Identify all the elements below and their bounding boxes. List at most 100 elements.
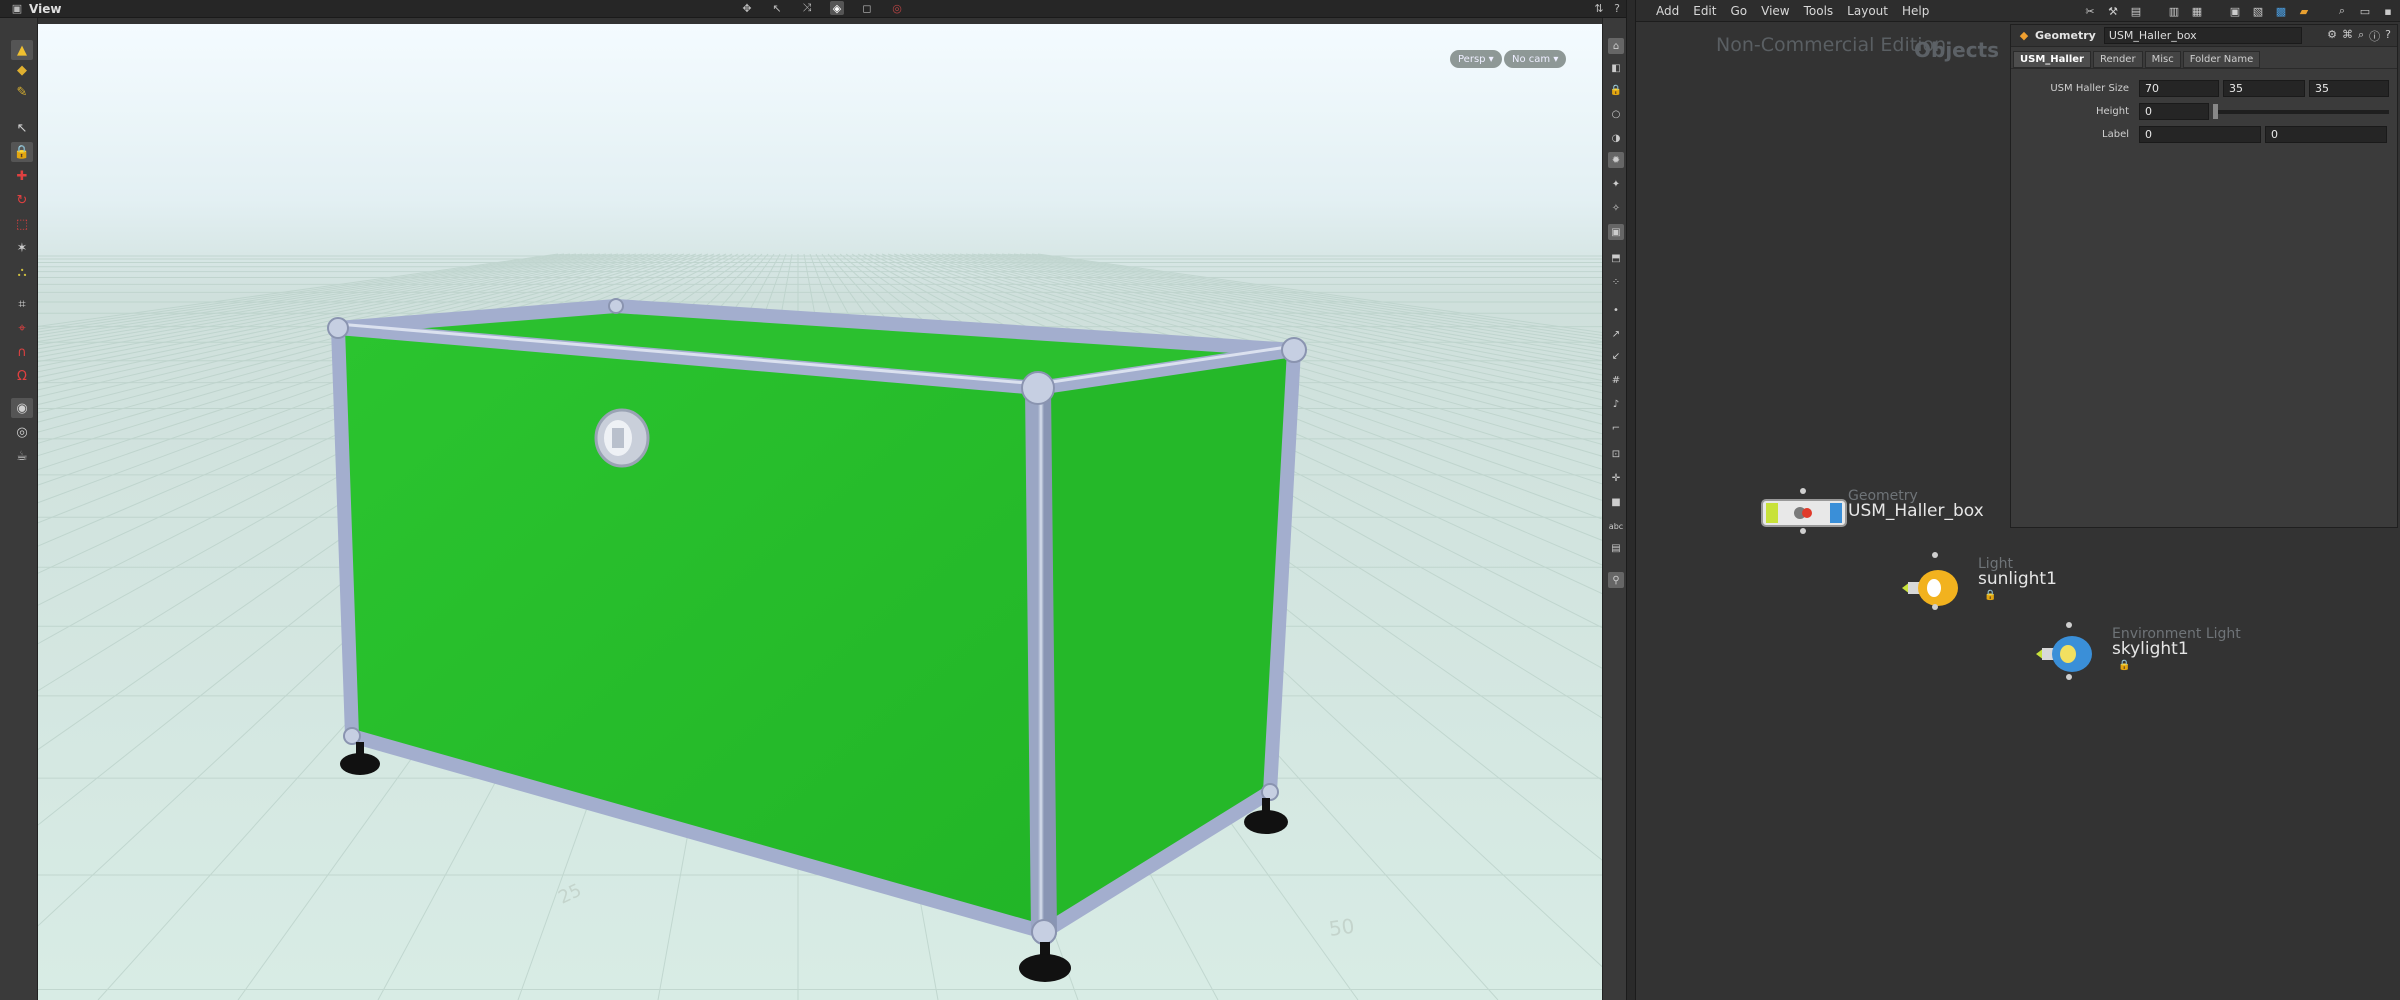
light-icon[interactable]: ✹ — [1608, 152, 1624, 168]
rotate-icon[interactable]: ↻ — [11, 190, 33, 210]
move-icon[interactable]: ✚ — [11, 166, 33, 186]
home-view-icon[interactable]: ⌂ — [1608, 38, 1624, 54]
wireframe-icon[interactable]: ◻ — [860, 1, 874, 15]
nocam-menu[interactable]: No cam ▾ — [1504, 50, 1567, 68]
pivot-icon[interactable]: ✛ — [1608, 470, 1624, 486]
node-name-label[interactable]: skylight1 — [2112, 639, 2189, 659]
audio-icon[interactable]: ♪ — [1608, 396, 1624, 412]
view-icon[interactable]: ◉ — [11, 398, 33, 418]
minimize-icon[interactable]: ▭ — [2357, 3, 2373, 19]
scale-icon[interactable]: ⬚ — [11, 214, 33, 234]
lock-camera-icon[interactable]: 🔒 — [1608, 82, 1624, 98]
node-output-connector[interactable] — [2066, 674, 2072, 680]
parm-edit-icon[interactable]: ⌘ — [2342, 28, 2353, 44]
help-icon[interactable]: ? — [1610, 1, 1624, 15]
tab-misc[interactable]: Misc — [2144, 51, 2181, 68]
label-field-1[interactable]: 0 — [2139, 126, 2261, 143]
pointer-icon[interactable]: ↖ — [11, 118, 33, 138]
menu-view[interactable]: View — [1761, 4, 1789, 18]
pose-icon[interactable]: ✶ — [11, 238, 33, 258]
note-icon[interactable]: ▤ — [2128, 3, 2144, 19]
menu-go[interactable]: Go — [1730, 4, 1747, 18]
persp-toggle-icon[interactable]: ◧ — [1608, 60, 1624, 76]
search-icon[interactable]: ⌕ — [2334, 3, 2350, 19]
node-lock-icon[interactable]: 🔒 — [2118, 660, 2130, 671]
stack-icon[interactable]: ▰ — [2296, 3, 2312, 19]
lock-icon[interactable]: 🔒 — [11, 142, 33, 162]
handle-tool-icon[interactable]: ✥ — [740, 1, 754, 15]
magnet-icon[interactable]: Ω — [11, 366, 33, 386]
wrench-icon[interactable]: ⚒ — [2105, 3, 2121, 19]
sculpt-icon[interactable]: ⌖ — [11, 318, 33, 338]
point-icon[interactable]: • — [1608, 302, 1624, 318]
location-icon[interactable]: ⚲ — [1608, 572, 1624, 588]
node-lock-icon[interactable]: 🔒 — [1984, 590, 1996, 601]
grid-view-icon[interactable]: ▦ — [2189, 3, 2205, 19]
size-y-field[interactable]: 35 — [2223, 80, 2305, 97]
node-output-connector[interactable] — [1800, 528, 1806, 534]
gear-icon[interactable]: ⚙ — [2327, 28, 2337, 44]
height-slider[interactable] — [2213, 103, 2389, 119]
menu-tools[interactable]: Tools — [1804, 4, 1834, 18]
normal-icon[interactable]: ↗ — [1608, 326, 1624, 342]
handle-icon[interactable]: ⛬ — [11, 262, 33, 282]
size-z-field[interactable]: 35 — [2309, 80, 2389, 97]
particles-icon[interactable]: ⁘ — [1608, 274, 1624, 290]
tools-icon[interactable]: ✂ — [2082, 3, 2098, 19]
pane-tab[interactable]: ▣ View — [10, 2, 62, 16]
select-mode-icon[interactable]: ▲ — [11, 40, 33, 60]
crop-icon[interactable]: ⌗ — [11, 294, 33, 314]
node-name-field[interactable]: USM_Haller_box — [2103, 27, 2302, 44]
vector-icon[interactable]: ↙ — [1608, 348, 1624, 364]
search-param-icon[interactable]: ⌕ — [2358, 28, 2364, 44]
tab-usm-haller[interactable]: USM_Haller — [2013, 51, 2091, 68]
image-icon[interactable]: ▤ — [1608, 540, 1624, 556]
label-field-2[interactable]: 0 — [2265, 126, 2387, 143]
node-name-label[interactable]: sunlight1 — [1978, 569, 2057, 589]
pane-layout-icon[interactable]: ⇅ — [1592, 1, 1606, 15]
3d-view[interactable]: 50 25 Persp ▾ No cam ▾ — [38, 24, 1602, 1000]
height-field[interactable]: 0 — [2139, 103, 2209, 120]
tab-folder-name[interactable]: Folder Name — [2182, 51, 2261, 68]
node-output-connector[interactable] — [1932, 604, 1938, 610]
headlight-icon[interactable]: ✧ — [1608, 200, 1624, 216]
background-icon[interactable]: ▣ — [2227, 3, 2243, 19]
snap-icon[interactable]: ◎ — [890, 1, 904, 15]
close-icon[interactable]: ▪ — [2380, 3, 2396, 19]
guide-icon[interactable]: ⌐ — [1608, 420, 1624, 436]
shading-mode-icon[interactable]: ◈ — [830, 1, 844, 15]
sphere-icon[interactable]: ○ — [1608, 106, 1624, 122]
layout-icon[interactable]: ▧ — [2250, 3, 2266, 19]
list-view-icon[interactable]: ▥ — [2166, 3, 2182, 19]
object-mode-icon[interactable]: ◆ — [11, 60, 33, 80]
bulb-icon[interactable]: ✦ — [1608, 176, 1624, 192]
snap-magnet-icon[interactable]: ∩ — [11, 342, 33, 362]
node-skylight1[interactable]: Environment Light skylight1 🔒 — [2032, 622, 2252, 682]
select-tool-icon[interactable]: ↖ — [770, 1, 784, 15]
size-x-field[interactable]: 70 — [2139, 80, 2219, 97]
network-editor-pane[interactable]: Add Edit Go View Tools Layout Help ✂ ⚒ ▤… — [1636, 0, 2400, 1000]
node-sunlight1[interactable]: Light sunlight1 🔒 — [1898, 552, 2078, 612]
network-view-icon[interactable]: ▩ — [2273, 3, 2289, 19]
display-options-icon[interactable]: ▣ — [1608, 224, 1624, 240]
node-name-label[interactable]: USM_Haller_box — [1848, 501, 1984, 521]
param-help-icon[interactable]: ? — [2385, 28, 2391, 44]
persp-camera-menu[interactable]: Persp ▾ — [1450, 50, 1502, 68]
height-slider-knob[interactable] — [2213, 103, 2218, 119]
tab-render[interactable]: Render — [2092, 51, 2143, 68]
text-icon[interactable]: abc — [1608, 518, 1624, 534]
info-icon[interactable]: ⓘ — [2369, 28, 2380, 44]
geometry-display-icon[interactable]: ⬒ — [1608, 250, 1624, 266]
menu-help[interactable]: Help — [1902, 4, 1929, 18]
pane-splitter[interactable] — [1626, 0, 1636, 1000]
menu-layout[interactable]: Layout — [1847, 4, 1888, 18]
transform-tool-icon[interactable]: ⤨ — [800, 1, 814, 15]
node-usm-haller-box[interactable]: Geometry USM_Haller_box — [1760, 488, 1984, 534]
render-icon[interactable]: ☕ — [11, 446, 33, 466]
menu-add[interactable]: Add — [1656, 4, 1679, 18]
shading-icon[interactable]: ◑ — [1608, 130, 1624, 146]
camera-icon[interactable]: ◎ — [11, 422, 33, 442]
bounding-box-icon[interactable]: ⊡ — [1608, 446, 1624, 462]
number-icon[interactable]: # — [1608, 372, 1624, 388]
menu-edit[interactable]: Edit — [1693, 4, 1716, 18]
